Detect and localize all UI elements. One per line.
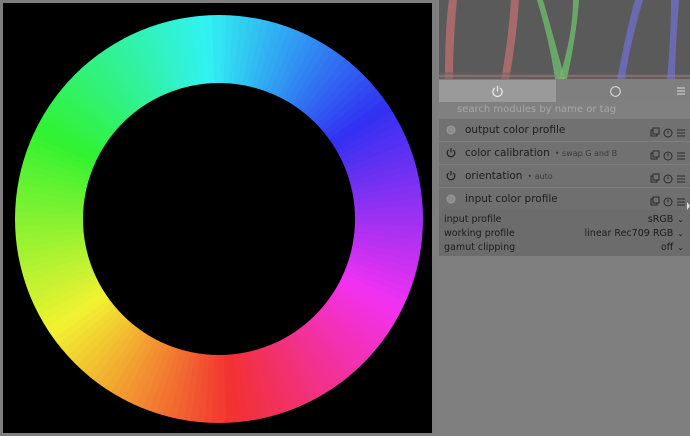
module-input-color-profile[interactable]: input color profile (439, 188, 690, 210)
hue-wheel-image (9, 9, 429, 429)
search-modules-input[interactable] (439, 102, 690, 118)
power-icon[interactable] (445, 147, 457, 159)
histogram-plot (439, 0, 690, 79)
power-icon[interactable] (445, 170, 457, 182)
module-output-color-profile[interactable]: output color profile (439, 119, 690, 141)
input-color-profile-params: input profile sRGB ⌄ working profile line… (439, 210, 690, 256)
tab-active-modules[interactable] (439, 80, 556, 102)
module-orientation[interactable]: orientation • auto (439, 165, 690, 187)
module-name: output color profile (465, 124, 566, 136)
module-name: color calibration (465, 147, 550, 159)
right-panel: output color profile color calibration •… (436, 0, 690, 436)
param-value: off (660, 242, 674, 253)
param-label: input profile (444, 214, 502, 225)
module-label: • auto (527, 171, 553, 181)
module-disabled-icon[interactable] (445, 124, 457, 136)
chevron-down-icon: ⌄ (677, 229, 684, 238)
module-group-tabs (439, 80, 690, 102)
tab-base-group[interactable] (556, 80, 674, 102)
chevron-down-icon: ⌄ (677, 243, 684, 252)
presets-icon[interactable] (676, 193, 686, 206)
param-value: sRGB (647, 214, 674, 225)
multi-instance-icon[interactable] (650, 124, 660, 137)
presets-icon[interactable] (676, 170, 686, 183)
reset-icon[interactable] (663, 147, 673, 161)
multi-instance-icon[interactable] (650, 170, 660, 183)
image-canvas[interactable] (3, 3, 432, 433)
multi-instance-icon[interactable] (650, 147, 660, 160)
module-disabled-icon[interactable] (445, 193, 457, 205)
reset-icon[interactable] (663, 124, 673, 138)
reset-icon[interactable] (663, 193, 673, 207)
group-presets-menu-button[interactable] (671, 80, 690, 102)
presets-icon[interactable] (676, 147, 686, 160)
image-viewport[interactable] (0, 0, 436, 436)
power-icon (492, 85, 503, 97)
param-gamut-clipping[interactable]: gamut clipping off ⌄ (444, 241, 684, 254)
chevron-down-icon: ⌄ (677, 215, 684, 224)
presets-icon[interactable] (676, 124, 686, 137)
param-label: gamut clipping (444, 242, 516, 253)
param-input-profile[interactable]: input profile sRGB ⌄ (444, 213, 684, 226)
param-working-profile[interactable]: working profile linear Rec709 RGB ⌄ (444, 227, 684, 240)
module-label: • swap G and B (554, 148, 618, 158)
param-label: working profile (444, 228, 515, 239)
param-value: linear Rec709 RGB (584, 228, 674, 239)
hamburger-menu-icon (676, 87, 685, 95)
multi-instance-icon[interactable] (650, 193, 660, 206)
reset-icon[interactable] (663, 170, 673, 184)
circle-icon (609, 85, 621, 97)
module-name: input color profile (465, 193, 558, 205)
module-name: orientation (465, 170, 523, 182)
histogram[interactable] (439, 0, 690, 79)
module-color-calibration[interactable]: color calibration • swap G and B (439, 142, 690, 164)
